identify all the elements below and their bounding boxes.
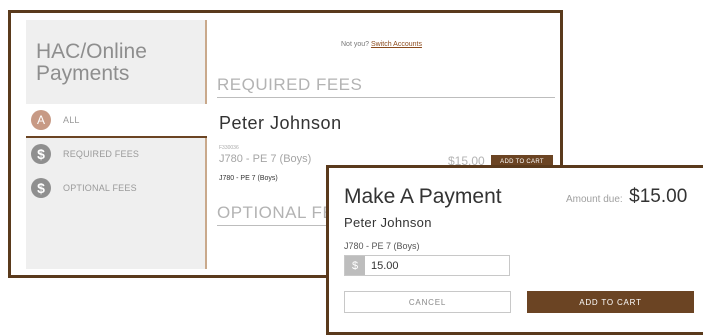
amount-due: Amount due: $15.00 — [566, 186, 687, 208]
fee-subtitle: J780 - PE 7 (Boys) — [219, 175, 278, 182]
payment-modal: Make A Payment Amount due: $15.00 Peter … — [326, 165, 703, 335]
fee-name: J780 - PE 7 (Boys) — [219, 153, 312, 165]
dollar-icon: $ — [31, 144, 51, 164]
amount-due-label: Amount due: — [566, 194, 623, 205]
student-name: Peter Johnson — [219, 113, 342, 133]
divider — [217, 97, 555, 98]
nav-item-optional-fees[interactable]: $ OPTIONAL FEES — [26, 172, 205, 204]
payment-amount-field: $ — [344, 255, 510, 276]
not-you-text: Not you? — [341, 41, 370, 48]
required-fees-heading: REQUIRED FEES — [217, 75, 363, 94]
amount-due-value: $15.00 — [629, 186, 688, 207]
portal-title: HAC/Online Payments — [36, 40, 147, 85]
nav-item-label: OPTIONAL FEES — [63, 183, 137, 193]
divider — [217, 225, 337, 226]
dollar-icon: $ — [345, 256, 365, 275]
nav-item-label: ALL — [63, 115, 80, 125]
nav-item-label: REQUIRED FEES — [63, 149, 140, 159]
nav-item-all[interactable]: A ALL — [26, 104, 207, 138]
not-you-prompt: Not you? Switch Accounts — [341, 41, 422, 48]
modal-title: Make A Payment — [344, 185, 502, 208]
modal-student-name: Peter Johnson — [344, 215, 432, 230]
modal-add-to-cart-button[interactable]: ADD TO CART — [527, 291, 694, 313]
sidebar: HAC/Online Payments A ALL $ REQUIRED FEE… — [26, 20, 207, 269]
cancel-button[interactable]: CANCEL — [344, 291, 511, 313]
all-letter-icon: A — [31, 110, 51, 130]
fee-id: F330036 — [219, 145, 239, 151]
modal-fee-name: J780 - PE 7 (Boys) — [344, 241, 420, 251]
dollar-icon: $ — [31, 178, 51, 198]
switch-accounts-link[interactable]: Switch Accounts — [371, 41, 422, 48]
payment-amount-input[interactable] — [365, 256, 503, 275]
nav-item-required-fees[interactable]: $ REQUIRED FEES — [26, 138, 205, 170]
